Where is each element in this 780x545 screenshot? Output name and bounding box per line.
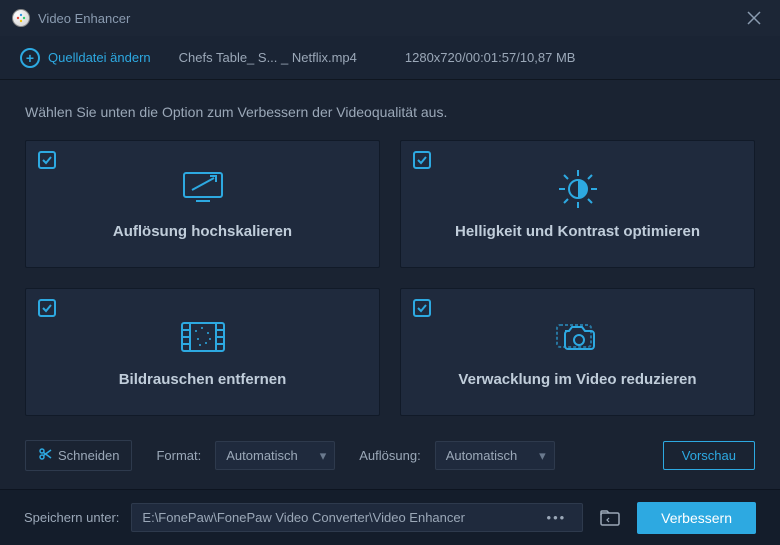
window-title: Video Enhancer (38, 11, 130, 26)
close-button[interactable] (740, 4, 768, 32)
close-icon (747, 11, 761, 25)
check-icon (416, 302, 428, 314)
format-label: Format: (156, 448, 201, 463)
card-remove-noise[interactable]: Bildrauschen entfernen (25, 288, 380, 416)
scissors-icon (38, 447, 52, 464)
source-bar: + Quelldatei ändern Chefs Table_ S... _ … (0, 36, 780, 80)
titlebar: Video Enhancer (0, 0, 780, 36)
card-label: Auflösung hochskalieren (113, 223, 292, 240)
sun-icon (556, 169, 600, 209)
card-label: Helligkeit und Kontrast optimieren (455, 223, 700, 240)
checkbox-shaking[interactable] (413, 299, 431, 317)
chevron-down-icon: ▾ (539, 448, 546, 464)
open-folder-button[interactable] (595, 504, 625, 532)
source-meta: 1280x720/00:01:57/10,87 MB (405, 50, 576, 65)
check-icon (41, 154, 53, 166)
resolution-select[interactable]: Automatisch ▾ (435, 441, 555, 470)
footer-bar: Speichern unter: E:\FonePaw\FonePaw Vide… (0, 489, 780, 545)
app-logo-icon (12, 9, 30, 27)
check-icon (41, 302, 53, 314)
source-filename: Chefs Table_ S... _ Netflix.mp4 (179, 50, 357, 65)
format-select[interactable]: Automatisch ▾ (215, 441, 335, 470)
resolution-label: Auflösung: (359, 448, 420, 463)
folder-icon (600, 510, 620, 526)
camera-shake-icon (551, 317, 605, 357)
checkbox-noise[interactable] (38, 299, 56, 317)
checkbox-brightness[interactable] (413, 151, 431, 169)
format-value: Automatisch (226, 448, 298, 463)
cut-label: Schneiden (58, 448, 119, 463)
card-label: Bildrauschen entfernen (119, 371, 287, 388)
option-cards: Auflösung hochskalieren Helligkeit und K… (25, 140, 755, 416)
card-upscale-resolution[interactable]: Auflösung hochskalieren (25, 140, 380, 268)
browse-button[interactable]: ••• (541, 510, 573, 525)
film-noise-icon (176, 317, 230, 357)
monitor-arrow-icon (180, 169, 226, 209)
checkbox-upscale[interactable] (38, 151, 56, 169)
instruction-text: Wählen Sie unten die Option zum Verbesse… (25, 104, 755, 120)
save-path-field[interactable]: E:\FonePaw\FonePaw Video Converter\Video… (131, 503, 583, 532)
controls-row: Schneiden Format: Automatisch ▾ Auflösun… (25, 440, 755, 471)
card-label: Verwacklung im Video reduzieren (458, 371, 696, 388)
cut-button[interactable]: Schneiden (25, 440, 132, 471)
card-reduce-shaking[interactable]: Verwacklung im Video reduzieren (400, 288, 755, 416)
check-icon (416, 154, 428, 166)
main-panel: Wählen Sie unten die Option zum Verbesse… (0, 80, 780, 487)
card-brightness-contrast[interactable]: Helligkeit und Kontrast optimieren (400, 140, 755, 268)
enhance-button[interactable]: Verbessern (637, 502, 756, 534)
save-label: Speichern unter: (24, 510, 119, 525)
save-path-value: E:\FonePaw\FonePaw Video Converter\Video… (142, 510, 465, 525)
change-source-label: Quelldatei ändern (48, 50, 151, 65)
resolution-value: Automatisch (446, 448, 518, 463)
chevron-down-icon: ▾ (320, 448, 327, 464)
plus-icon: + (20, 48, 40, 68)
preview-button[interactable]: Vorschau (663, 441, 755, 470)
change-source-button[interactable]: + Quelldatei ändern (20, 48, 151, 68)
